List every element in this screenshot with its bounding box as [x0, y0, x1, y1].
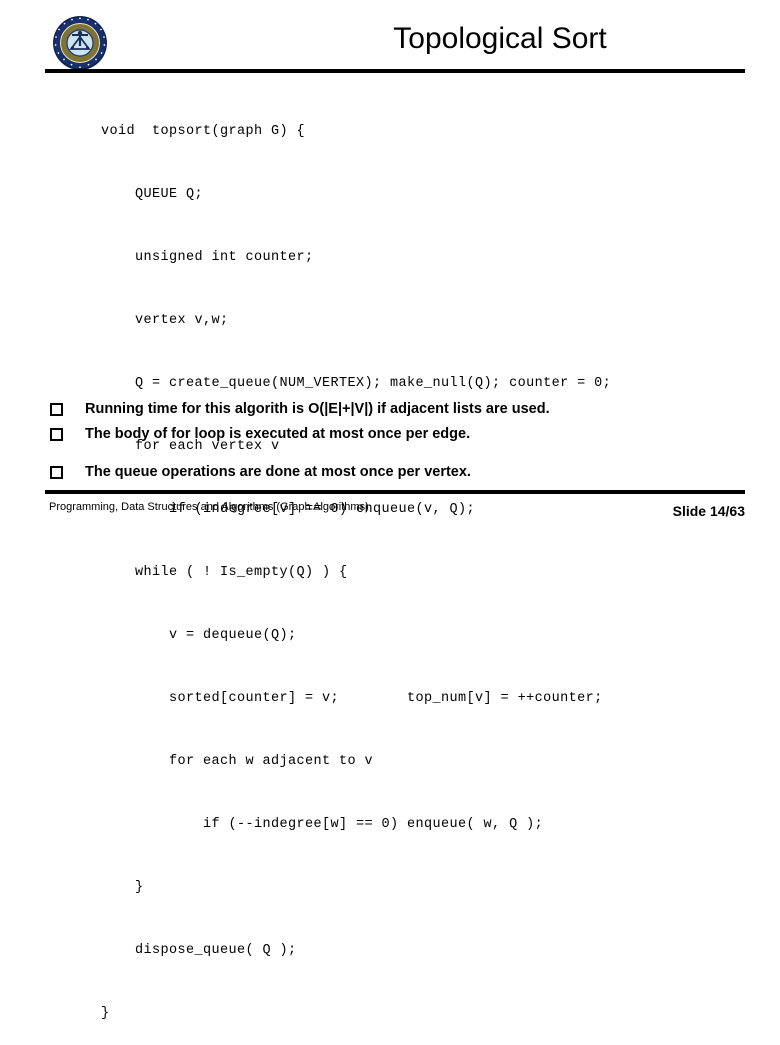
code-line: unsigned int counter; — [101, 250, 314, 265]
list-item: The body of for loop is executed at most… — [45, 423, 745, 448]
code-line: QUEUE Q; — [101, 187, 204, 202]
code-listing: void topsort(graph G) { QUEUE Q; unsigne… — [101, 79, 611, 1045]
list-item: Running time for this algorith is O(|E|+… — [45, 398, 745, 423]
page-title: Topological Sort — [393, 22, 607, 55]
code-line: sorted[counter] = v; top_num[v] = ++coun… — [101, 691, 603, 706]
footer-divider — [45, 490, 745, 494]
list-item-label: Running time for this algorith is O(|E|+… — [85, 401, 550, 417]
list-item-label: The queue operations are done at most on… — [85, 464, 471, 480]
code-line: } — [101, 1006, 110, 1021]
code-line: vertex v,w; — [101, 313, 229, 328]
code-line: Q = create_queue(NUM_VERTEX); make_null(… — [101, 376, 612, 391]
list-item-label: The body of for loop is executed at most… — [85, 426, 471, 442]
footer-course-label: Programming, Data Structures and Algorit… — [49, 501, 369, 513]
code-line: void topsort(graph G) { — [101, 124, 306, 139]
list-item: The queue operations are done at most on… — [45, 461, 745, 486]
code-line: } — [101, 880, 144, 895]
code-line: while ( ! Is_empty(Q) ) { — [101, 565, 348, 580]
hollow-square-bullet-icon — [45, 423, 85, 441]
slide-number-label: Slide 14/63 — [672, 503, 745, 519]
title-divider — [45, 69, 745, 73]
hollow-square-bullet-icon — [45, 461, 85, 479]
code-line: v = dequeue(Q); — [101, 628, 297, 643]
hollow-square-bullet-icon — [45, 398, 85, 416]
code-line: if (--indegree[w] == 0) enqueue( w, Q ); — [101, 817, 544, 832]
bullet-list: Running time for this algorith is O(|E|+… — [45, 398, 745, 486]
university-seal-logo — [52, 15, 108, 71]
code-line: for each w adjacent to v — [101, 754, 374, 769]
code-line: dispose_queue( Q ); — [101, 943, 297, 958]
